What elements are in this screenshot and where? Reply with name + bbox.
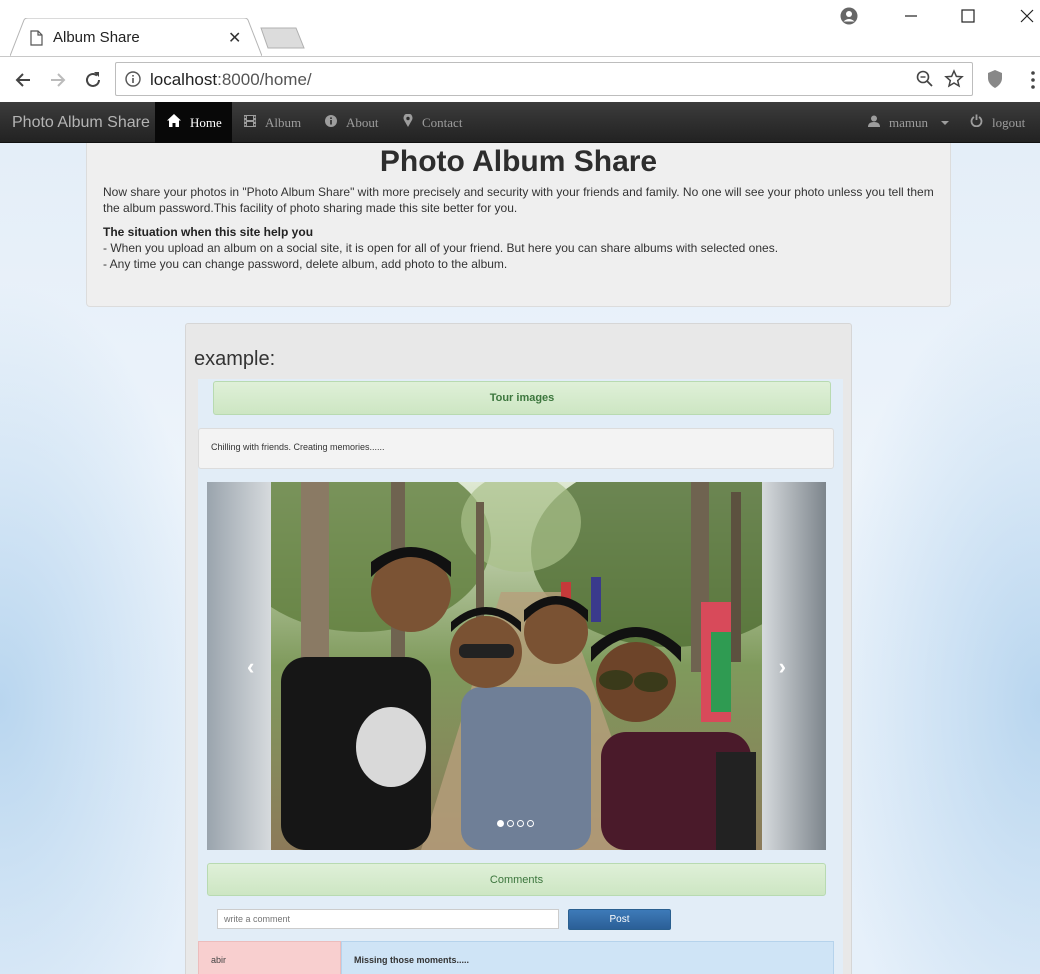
browser-tab-strip: Album Share ✕ [0, 0, 1040, 56]
reload-icon[interactable] [80, 67, 106, 93]
document-icon [30, 30, 43, 51]
url-host: localhost [150, 70, 218, 89]
carousel-left-fade [207, 482, 271, 850]
nav-item-logout[interactable]: logout [958, 102, 1037, 143]
address-bar[interactable]: localhost:8000/home/ [115, 62, 973, 96]
comment-author: abir [198, 941, 341, 974]
nav-label-home: Home [190, 114, 222, 130]
maximize-icon[interactable] [955, 4, 981, 28]
nav-item-user-dropdown[interactable]: mamun [856, 102, 961, 143]
nav-label-logout: logout [992, 114, 1026, 130]
back-arrow-icon[interactable] [10, 67, 36, 93]
browser-tab[interactable]: Album Share ✕ [10, 18, 262, 56]
situation-heading: The situation when this site help you [103, 225, 314, 239]
nav-label-about: About [346, 114, 379, 130]
carousel-indicator[interactable] [527, 820, 534, 827]
carousel-indicator[interactable] [497, 820, 504, 827]
carousel-indicator[interactable] [517, 820, 524, 827]
album-description: Chilling with friends. Creating memories… [198, 428, 834, 469]
nav-item-about[interactable]: About [313, 102, 391, 143]
carousel-indicator[interactable] [507, 820, 514, 827]
comment-text: Missing those moments..... [341, 941, 834, 974]
minimize-icon[interactable] [898, 4, 924, 28]
info-sign-icon [325, 114, 337, 131]
navbar-brand[interactable]: Photo Album Share [12, 114, 150, 132]
album-card: Tour images Chilling with friends. Creat… [198, 379, 843, 974]
home-icon [167, 114, 181, 131]
album-title-bar[interactable]: Tour images [213, 381, 831, 415]
new-tab-button[interactable] [260, 27, 306, 54]
carousel-right-fade [762, 482, 826, 850]
nav-item-contact[interactable]: Contact [391, 102, 474, 143]
shield-extension-icon[interactable] [986, 69, 1004, 94]
zoom-icon[interactable] [916, 70, 934, 93]
url-text: localhost:8000/home/ [150, 70, 312, 90]
menu-dots-icon[interactable] [1030, 71, 1036, 94]
chevron-down-icon [941, 120, 949, 125]
group-photo [271, 482, 762, 850]
comment-input[interactable] [217, 909, 559, 929]
comment-item: abir Missing those moments..... [198, 941, 834, 974]
power-off-icon [970, 114, 983, 131]
profile-icon[interactable] [838, 4, 860, 28]
map-marker-icon [403, 113, 413, 131]
nav-label-contact: Contact [422, 114, 463, 130]
hero-intro-text: Now share your photos in "Photo Album Sh… [103, 185, 934, 215]
close-tab-icon[interactable]: ✕ [228, 28, 241, 48]
hero-jumbotron: Photo Album Share Now share your photos … [86, 143, 951, 307]
info-icon[interactable] [125, 71, 141, 92]
photo-carousel: ‹ › [207, 482, 826, 850]
page-title: Photo Album Share [379, 145, 658, 178]
user-icon [868, 115, 880, 131]
chevron-left-icon[interactable]: ‹ [247, 654, 254, 680]
nav-label-user: mamun [889, 114, 928, 130]
film-icon [244, 114, 256, 131]
nav-item-home[interactable]: Home [155, 102, 232, 143]
forward-arrow-icon[interactable] [45, 67, 71, 93]
tab-title: Album Share [53, 29, 140, 46]
situation-point: - When you upload an album on a social s… [103, 241, 779, 255]
example-panel: example: Tour images Chilling with frien… [185, 323, 852, 974]
comments-heading: Comments [207, 863, 826, 896]
example-heading: example: [194, 348, 276, 370]
nav-label-album: Album [265, 114, 302, 130]
nav-item-album[interactable]: Album [232, 102, 313, 143]
situation-point: - Any time you can change password, dele… [103, 257, 508, 271]
bookmark-star-icon[interactable] [944, 69, 964, 94]
chevron-right-icon[interactable]: › [779, 654, 786, 680]
page-content: Photo Album Share Now share your photos … [0, 143, 1040, 974]
post-button[interactable]: Post [568, 909, 671, 930]
carousel-indicators [497, 820, 534, 827]
site-navbar: Photo Album Share Home Album About Conta… [0, 102, 1040, 143]
close-window-icon[interactable] [1014, 4, 1040, 28]
url-path: :8000/home/ [217, 70, 312, 89]
browser-toolbar: localhost:8000/home/ [0, 56, 1040, 102]
